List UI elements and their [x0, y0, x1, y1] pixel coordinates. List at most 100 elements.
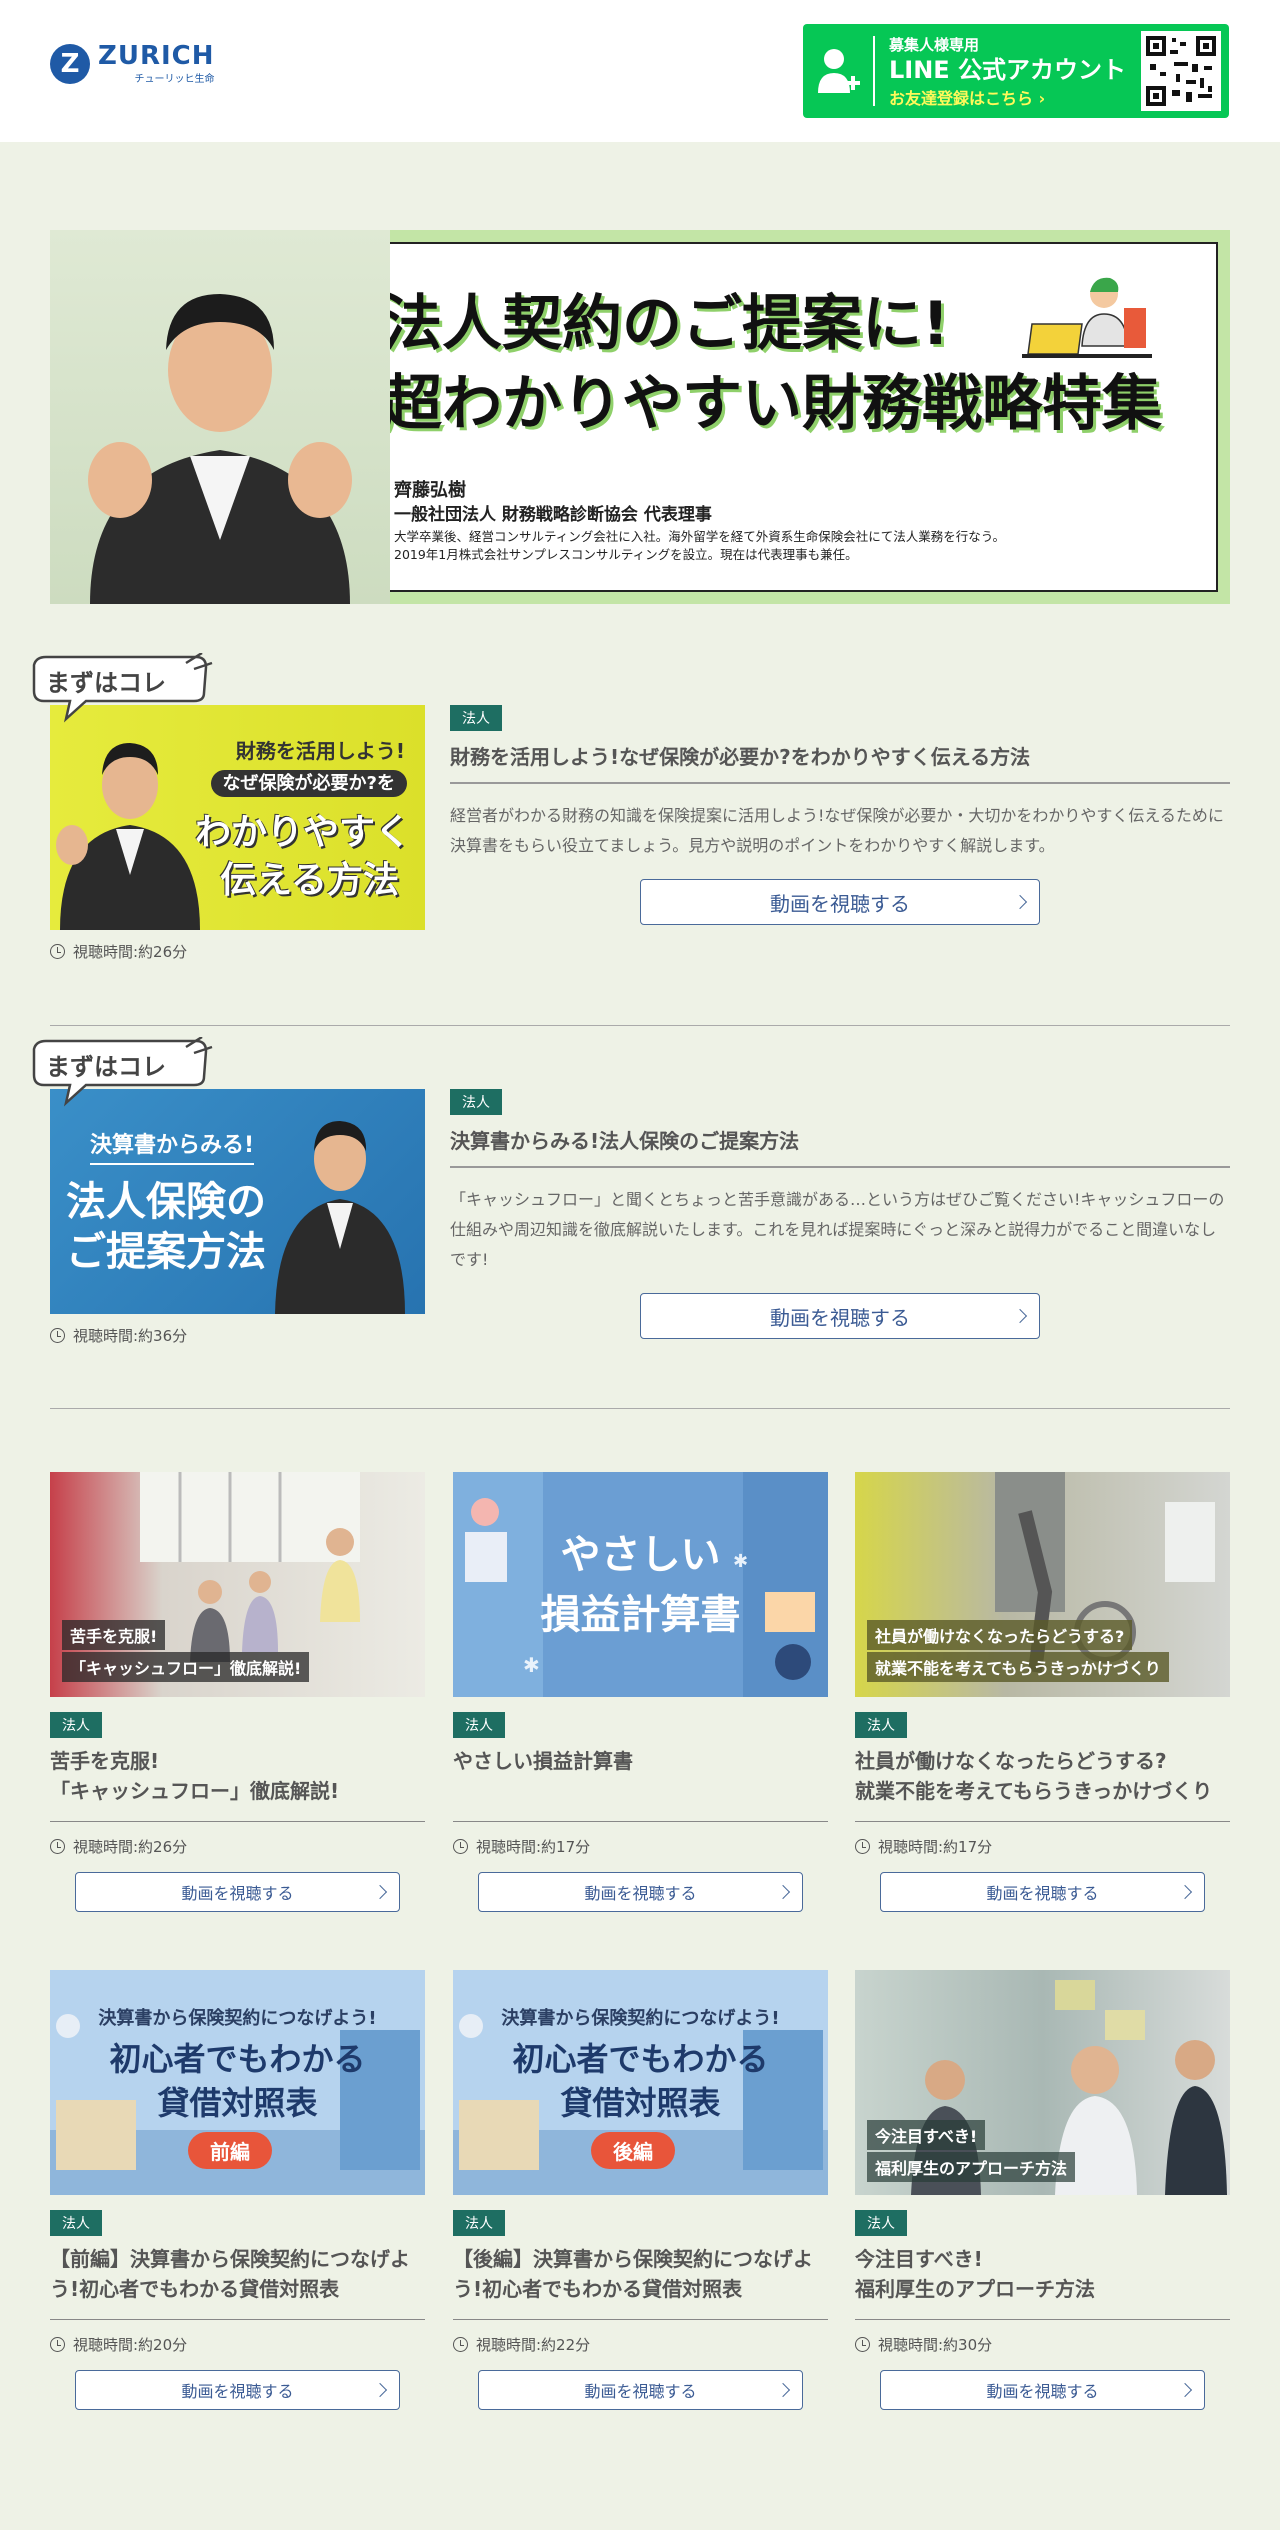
- featured-1-watch-button[interactable]: 動画を視聴する: [640, 879, 1040, 925]
- first-pick-badge-text: まずはコレ: [46, 669, 166, 697]
- card-1-thumb-line2: 「キャッシュフロー」徹底解説!: [62, 1652, 310, 1682]
- chevron-right-icon: [372, 2382, 388, 2398]
- duration-text: 視聴時間:約26分: [73, 1838, 188, 1856]
- speaker-photo: [50, 230, 390, 604]
- add-friend-icon: [803, 24, 873, 118]
- featured-2-duration: 視聴時間:約36分: [50, 1325, 187, 1346]
- duration-text: 視聴時間:約26分: [73, 943, 188, 961]
- watch-button-label: 動画を視聴する: [986, 2382, 1099, 2401]
- chevron-right-icon: [775, 1884, 791, 1900]
- featured-1-thumb-line2: なぜ保険が必要か?を: [210, 769, 407, 797]
- category-tag: 法人: [450, 705, 502, 731]
- featured-video-1: 財務を活用しよう! なぜ保険が必要か?を わかりやすく 伝える方法 まずはコレ …: [32, 653, 1230, 965]
- video-card-3-watch-button[interactable]: 動画を視聴する: [880, 1872, 1205, 1912]
- video-card-6-thumbnail[interactable]: 今注目すべき! 福利厚生のアプローチ方法: [855, 1970, 1230, 2195]
- category-tag: 法人: [453, 1712, 505, 1738]
- featured-video-2-thumbnail[interactable]: 決算書からみる! 法人保険の ご提案方法: [50, 1089, 425, 1314]
- video-card-3-title[interactable]: 社員が働けなくなったらどうする? 就業不能を考えてもらうきっかけづくり: [855, 1746, 1230, 1822]
- duration-text: 視聴時間:約36分: [73, 1327, 188, 1345]
- category-tag-wrap: 法人: [50, 2210, 102, 2236]
- clock-icon: [855, 2337, 870, 2352]
- zurich-logo-mark: Z: [50, 43, 90, 84]
- video-card-4-thumbnail[interactable]: 決算書から保険契約につなげよう! 初心者でもわかる 貸借対照表 前編: [50, 1970, 425, 2195]
- featured-1-thumb-line4: 伝える方法: [220, 860, 399, 901]
- clock-icon: [50, 944, 65, 959]
- first-pick-badge-text: まずはコレ: [46, 1053, 166, 1081]
- watch-button-label: 動画を視聴する: [986, 1884, 1099, 1903]
- video-card-5-thumbnail[interactable]: 決算書から保険契約につなげよう! 初心者でもわかる 貸借対照表 後編: [453, 1970, 828, 2195]
- watch-button-label: 動画を視聴する: [770, 1305, 910, 1330]
- speaker-name: 齊藤弘樹: [394, 480, 466, 501]
- line-official-account-banner[interactable]: 募集人様専用 LINE 公式アカウント お友達登録はこちら ›: [803, 24, 1229, 118]
- clock-icon: [50, 2337, 65, 2352]
- card-6-thumb-line2: 福利厚生のアプローチ方法: [867, 2152, 1076, 2182]
- featured-1-title[interactable]: 財務を活用しよう!なぜ保険が必要か?をわかりやすく伝える方法: [450, 741, 1230, 784]
- video-card-6-duration: 視聴時間:約30分: [855, 2334, 992, 2355]
- watch-button-label: 動画を視聴する: [770, 891, 910, 916]
- video-card-1-watch-button[interactable]: 動画を視聴する: [75, 1872, 400, 1912]
- card-4-thumb-line3: 貸借対照表: [157, 2084, 318, 2122]
- video-card-5-watch-button[interactable]: 動画を視聴する: [478, 2370, 803, 2410]
- category-tag: 法人: [855, 2210, 907, 2236]
- clock-icon: [453, 1839, 468, 1854]
- featured-2-title[interactable]: 決算書からみる!法人保険のご提案方法: [450, 1125, 1230, 1168]
- zurich-logo[interactable]: Z ZURICH チューリッヒ生命: [50, 42, 215, 85]
- card-4-thumb-line2: 初心者でもわかる: [109, 2040, 366, 2078]
- category-tag: 法人: [453, 2210, 505, 2236]
- clock-icon: [855, 1839, 870, 1854]
- duration-text: 視聴時間:約22分: [476, 2336, 591, 2354]
- video-card-2-thumbnail[interactable]: ✱ ✱ やさしい 損益計算書: [453, 1472, 828, 1697]
- chevron-right-icon: [1012, 1308, 1028, 1324]
- hero-title-line2: 超わかりやすい財務戦略特集: [382, 369, 1162, 439]
- line-banner-title: LINE 公式アカウント: [889, 55, 1127, 84]
- video-card-1-duration: 視聴時間:約26分: [50, 1836, 187, 1857]
- featured-2-thumb-line3: ご提案方法: [66, 1229, 266, 1275]
- video-card-5-title[interactable]: 【後編】決算書から保険契約につなげよう!初心者でもわかる貸借対照表: [453, 2244, 828, 2320]
- svg-text:✱: ✱: [523, 1653, 540, 1677]
- video-card-2-title[interactable]: やさしい損益計算書: [453, 1746, 828, 1822]
- featured-2-description: 「キャッシュフロー」と聞くとちょっと苦手意識がある…という方はぜひご覧ください!…: [450, 1190, 1225, 1269]
- video-card-4-duration: 視聴時間:約20分: [50, 2334, 187, 2355]
- duration-text: 視聴時間:約17分: [476, 1838, 591, 1856]
- card-5-thumb-line2: 初心者でもわかる: [512, 2040, 769, 2078]
- video-card-6-watch-button[interactable]: 動画を視聴する: [880, 2370, 1205, 2410]
- clock-icon: [453, 2337, 468, 2352]
- video-card-3-duration: 視聴時間:約17分: [855, 1836, 992, 1857]
- video-card-3-thumbnail[interactable]: 社員が働けなくなったらどうする? 就業不能を考えてもらうきっかけづくり: [855, 1472, 1230, 1697]
- featured-1-description: 経営者がわかる財務の知識を保険提案に活用しよう!なぜ保険が必要か・大切かをわかり…: [450, 806, 1224, 855]
- featured-1-thumb-line3: わかりやすく: [194, 812, 411, 853]
- card-2-thumb-line2: 損益計算書: [540, 1592, 741, 1638]
- line-banner-cta: お友達登録はこちら ›: [889, 88, 1046, 108]
- speaker-bio-line2: 2019年1月株式会社サンプレスコンサルティングを設立。現在は代表理事も兼任。: [394, 547, 858, 562]
- chevron-right-icon: [1177, 1884, 1193, 1900]
- card-1-thumb-line1: 苦手を克服!: [62, 1620, 166, 1650]
- card-2-thumb-line1: やさしい: [560, 1532, 721, 1578]
- video-card-1-title[interactable]: 苦手を克服! 「キャッシュフロー」徹底解説!: [50, 1746, 425, 1822]
- video-card-1-thumbnail[interactable]: 苦手を克服! 「キャッシュフロー」徹底解説!: [50, 1472, 425, 1697]
- featured-1-thumb-line1: 財務を活用しよう!: [235, 739, 405, 763]
- video-card-4-title[interactable]: 【前編】決算書から保険契約につなげよう!初心者でもわかる貸借対照表: [50, 2244, 425, 2320]
- featured-2-watch-button[interactable]: 動画を視聴する: [640, 1293, 1040, 1339]
- card-5-thumb-line4: 後編: [591, 2132, 675, 2169]
- category-tag-wrap: 法人: [50, 1712, 102, 1738]
- category-tag-wrap: 法人: [453, 1712, 505, 1738]
- line-banner-divider: [873, 36, 875, 106]
- section-divider: [50, 1408, 1230, 1409]
- featured-video-2: 決算書からみる! 法人保険の ご提案方法 まずはコレ 法人 決算書からみる!法人…: [32, 1037, 1230, 1359]
- card-4-thumb-line1: 決算書から保険契約につなげよう!: [98, 2008, 377, 2029]
- video-card-2-duration: 視聴時間:約17分: [453, 1836, 590, 1857]
- clock-icon: [50, 1328, 65, 1343]
- video-card-6-title[interactable]: 今注目すべき! 福利厚生のアプローチ方法: [855, 2244, 1230, 2320]
- hero-banner: 法人契約のご提案に! 超わかりやすい財務戦略特集 齊藤弘樹 一般社団法人 財務戦…: [50, 230, 1230, 604]
- video-card-2-watch-button[interactable]: 動画を視聴する: [478, 1872, 803, 1912]
- category-tag-wrap: 法人: [855, 2210, 907, 2236]
- qr-code-icon: [1141, 31, 1221, 111]
- category-tag: 法人: [450, 1089, 502, 1115]
- category-tag-wrap: 法人: [450, 705, 502, 731]
- featured-video-1-thumbnail[interactable]: 財務を活用しよう! なぜ保険が必要か?を わかりやすく 伝える方法: [50, 705, 425, 930]
- chevron-right-icon: [1012, 894, 1028, 910]
- line-banner-label: 募集人様専用: [889, 35, 980, 54]
- video-card-4-watch-button[interactable]: 動画を視聴する: [75, 2370, 400, 2410]
- presenter-illustration-icon: [1022, 277, 1152, 358]
- featured-1-duration: 視聴時間:約26分: [50, 941, 187, 962]
